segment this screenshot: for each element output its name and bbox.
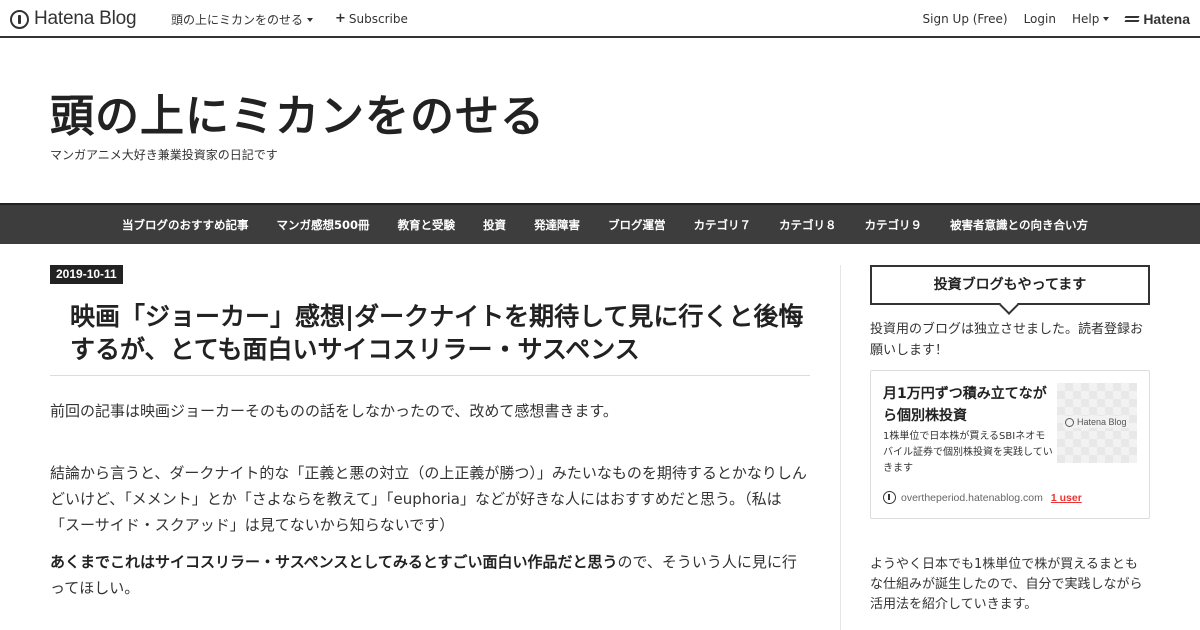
nav-item[interactable]: 教育と受験 xyxy=(398,217,456,233)
nav-item[interactable]: 投資 xyxy=(483,217,506,233)
nav-item[interactable]: 当ブログのおすすめ記事 xyxy=(122,217,249,233)
nav-item[interactable]: ブログ運営 xyxy=(608,217,666,233)
entry-paragraph: 前回の記事は映画ジョーカーそのものの話をしなかったので、改めて感想書きます。 xyxy=(50,402,618,420)
help-dropdown[interactable]: Help xyxy=(1071,12,1110,26)
hatena-logo-text: Hatena xyxy=(1143,11,1190,27)
sidebar-text: ようやく日本でも1株単位で株が買えるまともな仕組みが誕生したので、自分で実践しな… xyxy=(870,557,1143,612)
nav-item[interactable]: 被害者意識との向き合い方 xyxy=(950,217,1088,233)
hatena-mark-icon xyxy=(1125,14,1139,24)
blog-title[interactable]: 頭の上にミカンをのせる xyxy=(50,80,545,144)
nav-item[interactable]: 発達障害 xyxy=(534,217,580,233)
blog-card-footer: overtheperiod.hatenablog.com 1 user xyxy=(883,491,1082,504)
blog-menu-label: 頭の上にミカンをのせる xyxy=(171,13,304,27)
entry-content: 前回の記事は映画ジョーカーそのものの話をしなかったので、改めて感想書きます。 結… xyxy=(50,398,810,612)
login-link[interactable]: Login xyxy=(1024,12,1056,26)
plus-icon: + xyxy=(335,11,346,26)
thumbnail-logo: Hatena Blog xyxy=(1063,416,1129,428)
sidebar-module-title-text: 投資ブログもやってます xyxy=(933,277,1087,293)
subscribe-button[interactable]: + Subscribe xyxy=(335,11,408,26)
blog-card-description: 1株単位で日本株が買えるSBIネオモバイル証券で個別株投資を実践していきます xyxy=(883,431,1053,474)
hatena-blog-logo[interactable]: Hatena Blog xyxy=(10,7,137,31)
blog-card-thumbnail[interactable]: Hatena Blog xyxy=(1057,383,1137,463)
sidebar-intro: 投資用のブログは独立させました。読者登録お願いします！ xyxy=(870,322,1144,358)
subscribe-label: Subscribe xyxy=(348,11,408,26)
category-nav: 当ブログのおすすめ記事 マンガ感想500冊 教育と受験 投資 発達障害 ブログ運営 カテゴリ… xyxy=(0,203,1200,244)
blog-menu-dropdown[interactable]: 頭の上にミカンをのせる xyxy=(171,11,314,28)
global-header: Hatena Blog 頭の上にミカンをのせる + Subscribe Sign… xyxy=(0,0,1200,38)
caret-down-icon xyxy=(1103,17,1110,21)
thumbnail-logo-text: Hatena Blog xyxy=(1077,417,1127,427)
nav-item[interactable]: カテゴリ７ xyxy=(694,217,752,233)
blog-card-domain[interactable]: overtheperiod.hatenablog.com xyxy=(901,492,1043,504)
blog-card[interactable]: 月1万円ずつ積み立てながら個別株投資 1株単位で日本株が買えるSBIネオモバイル… xyxy=(870,370,1150,519)
hatena-blog-favicon-icon xyxy=(883,491,896,504)
hatena-blog-logo-text: Hatena Blog xyxy=(34,8,137,29)
entry-paragraph: 結論から言うと、ダークナイト的な「正義と悪の対立（の上正義が勝つ）」みたいなもの… xyxy=(50,464,807,534)
nav-item[interactable]: マンガ感想500冊 xyxy=(277,217,370,233)
entry-bold-text: あくまでこれはサイコスリラー・サスペンスとしてみるとすごい面白い作品だと思う xyxy=(50,553,618,571)
account-links: Sign Up (Free) Login Help Hatena xyxy=(907,11,1190,27)
nav-item[interactable]: カテゴリ９ xyxy=(865,217,923,233)
entry-paragraph: あくまでこれはサイコスリラー・サスペンスとしてみるとすごい面白い作品だと思うので… xyxy=(50,549,810,601)
signup-link[interactable]: Sign Up (Free) xyxy=(923,12,1008,26)
hatena-blog-logo-icon xyxy=(10,9,29,29)
sidebar-module-title: 投資ブログもやってます xyxy=(870,265,1150,315)
category-nav-list: 当ブログのおすすめ記事 マンガ感想500冊 教育と受験 投資 発達障害 ブログ運営 カテゴリ… xyxy=(0,205,1200,244)
blog-card-title[interactable]: 月1万円ずつ積み立てながら個別株投資 xyxy=(883,383,1055,427)
help-label: Help xyxy=(1071,12,1100,26)
column-divider xyxy=(840,265,841,630)
hatena-blog-logo-icon xyxy=(1065,417,1074,427)
hatena-logo[interactable]: Hatena xyxy=(1125,11,1190,27)
blog-description: マンガアニメ大好き兼業投資家の日記です xyxy=(50,148,278,162)
entry-title[interactable]: 映画「ジョーカー」感想|ダークナイトを期待して見に行くと後悔するが、とても面白い… xyxy=(70,300,805,366)
divider xyxy=(50,375,810,376)
caret-down-icon xyxy=(307,17,314,22)
speech-tail xyxy=(999,295,1019,315)
bookmark-users-link[interactable]: 1 user xyxy=(1051,492,1082,504)
nav-item[interactable]: カテゴリ８ xyxy=(779,217,837,233)
entry-date[interactable]: 2019-10-11 xyxy=(50,265,123,284)
